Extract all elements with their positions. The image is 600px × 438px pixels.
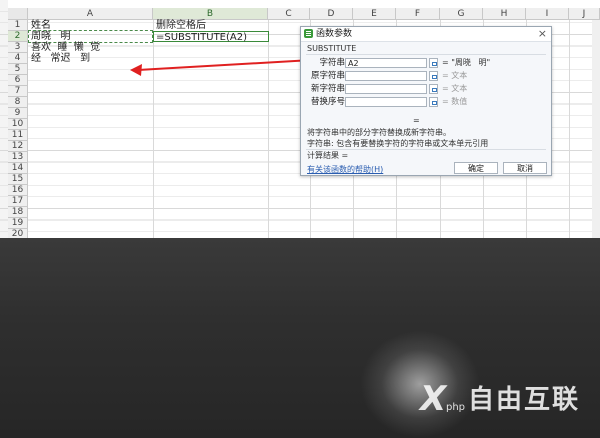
watermark-logo: X php 自由互联 — [420, 380, 590, 420]
cancel-button[interactable]: 取消 — [503, 162, 547, 174]
function-dialog-icon — [304, 29, 313, 38]
function-description: 将字符串中的部分字符替换成新字符串。 — [307, 128, 451, 137]
param-input-text[interactable]: A2 — [345, 58, 427, 68]
divider — [306, 149, 546, 150]
param-label-instance: 替换序号 — [310, 97, 345, 107]
watermark-text: 自由互联 — [468, 385, 581, 415]
overall-result: = — [413, 116, 420, 125]
arrow-shaft — [137, 59, 313, 71]
dialog-title-bar[interactable]: 函数参数 × — [301, 27, 551, 42]
param-input-old-text[interactable] — [345, 71, 427, 81]
watermark-php: php — [446, 402, 466, 413]
param-result-text: = "周晓 明" — [442, 58, 491, 67]
argument-description: 字符串: 包含有要替换字符的字符串或文本单元引用 — [307, 139, 489, 148]
param-result-old-text: = 文本 — [442, 71, 468, 80]
param-input-new-text[interactable] — [345, 84, 427, 94]
param-label-old-text: 原字符串 — [310, 71, 345, 81]
ok-button[interactable]: 确定 — [454, 162, 498, 174]
param-result-new-text: = 文本 — [442, 84, 468, 93]
range-select-icon[interactable] — [429, 71, 438, 81]
watermark-x-mark: X — [420, 379, 447, 419]
calculation-result: 计算结果 = — [307, 151, 349, 160]
arrow-head — [130, 64, 142, 76]
divider — [306, 54, 546, 55]
param-label-new-text: 新字符串 — [310, 84, 345, 94]
range-select-icon[interactable] — [429, 97, 438, 107]
dialog-title: 函数参数 — [316, 29, 353, 39]
param-result-instance: = 数值 — [442, 97, 468, 106]
help-link[interactable]: 有关该函数的帮助(H) — [307, 165, 383, 175]
function-arguments-dialog[interactable]: 函数参数 × SUBSTITUTE 字符串 A2 = "周晓 明" 原字符串 =… — [300, 26, 552, 176]
param-label-text: 字符串 — [319, 58, 345, 68]
range-select-icon[interactable] — [429, 58, 438, 68]
param-input-instance[interactable] — [345, 97, 427, 107]
range-select-icon[interactable] — [429, 84, 438, 94]
close-icon[interactable]: × — [538, 27, 547, 40]
function-name: SUBSTITUTE — [307, 44, 357, 53]
